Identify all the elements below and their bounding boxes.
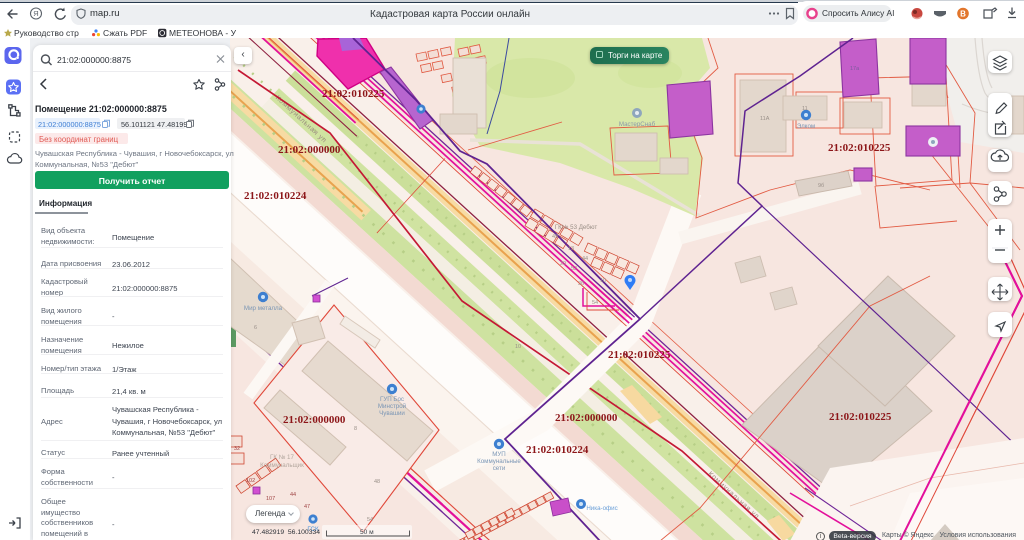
svg-text:32: 32 <box>234 446 240 452</box>
svg-text:6: 6 <box>254 325 257 331</box>
svg-text:50 м: 50 м <box>360 529 374 536</box>
svg-text:Я: Я <box>33 9 38 18</box>
svg-text:49: 49 <box>552 234 558 240</box>
svg-text:Коммунальщик: Коммунальщик <box>260 462 304 469</box>
svg-text:29: 29 <box>560 261 566 267</box>
svg-text:Коммунальные: Коммунальные <box>477 458 521 465</box>
svg-text:Ника-офис: Ника-офис <box>586 505 617 512</box>
svg-text:21:02:010225: 21:02:010225 <box>608 349 671 361</box>
svg-text:ГК№ 53 Дебют: ГК№ 53 Дебют <box>555 224 598 231</box>
svg-text:Минстрой: Минстрой <box>378 403 407 410</box>
svg-text:21:02:010225: 21:02:010225 <box>322 88 385 100</box>
svg-text:13: 13 <box>568 246 574 252</box>
svg-text:48: 48 <box>374 479 380 485</box>
svg-text:МУП: МУП <box>492 451 506 458</box>
svg-text:21:02:000000: 21:02:000000 <box>283 414 346 426</box>
svg-text:47: 47 <box>304 504 310 510</box>
svg-text:21:02:010225: 21:02:010225 <box>828 142 891 154</box>
svg-text:54: 54 <box>367 517 373 523</box>
svg-text:52: 52 <box>571 266 577 272</box>
svg-text:Чувашии: Чувашии <box>379 410 405 417</box>
svg-text:102: 102 <box>246 478 255 484</box>
svg-text:ГК № 17: ГК № 17 <box>270 454 294 461</box>
svg-text:10: 10 <box>515 344 521 350</box>
svg-text:сети: сети <box>493 465 506 472</box>
svg-text:21:02:000000: 21:02:000000 <box>555 412 618 424</box>
svg-text:10: 10 <box>600 278 606 284</box>
svg-text:54: 54 <box>592 300 598 306</box>
svg-text:B: B <box>960 10 966 19</box>
svg-text:9б: 9б <box>818 183 824 189</box>
svg-text:17а: 17а <box>850 66 860 72</box>
svg-text:21:02:000000: 21:02:000000 <box>278 144 341 156</box>
svg-text:8: 8 <box>354 426 357 432</box>
svg-text:ГУП Бос: ГУП Бос <box>380 396 404 403</box>
svg-text:21:02:010224: 21:02:010224 <box>526 444 589 456</box>
svg-text:МастерСнаб: МастерСнаб <box>619 121 656 128</box>
svg-text:Мир металла: Мир металла <box>244 305 283 312</box>
svg-text:11А: 11А <box>760 116 770 122</box>
svg-text:21:02:010224: 21:02:010224 <box>244 190 307 202</box>
svg-text:44: 44 <box>290 492 296 498</box>
svg-text:Элком: Элком <box>797 123 815 130</box>
svg-text:107: 107 <box>266 496 275 502</box>
svg-text:21:02:010225: 21:02:010225 <box>829 411 892 423</box>
svg-text:36: 36 <box>578 281 584 287</box>
svg-text:44: 44 <box>582 256 588 262</box>
svg-text:11: 11 <box>802 106 808 112</box>
